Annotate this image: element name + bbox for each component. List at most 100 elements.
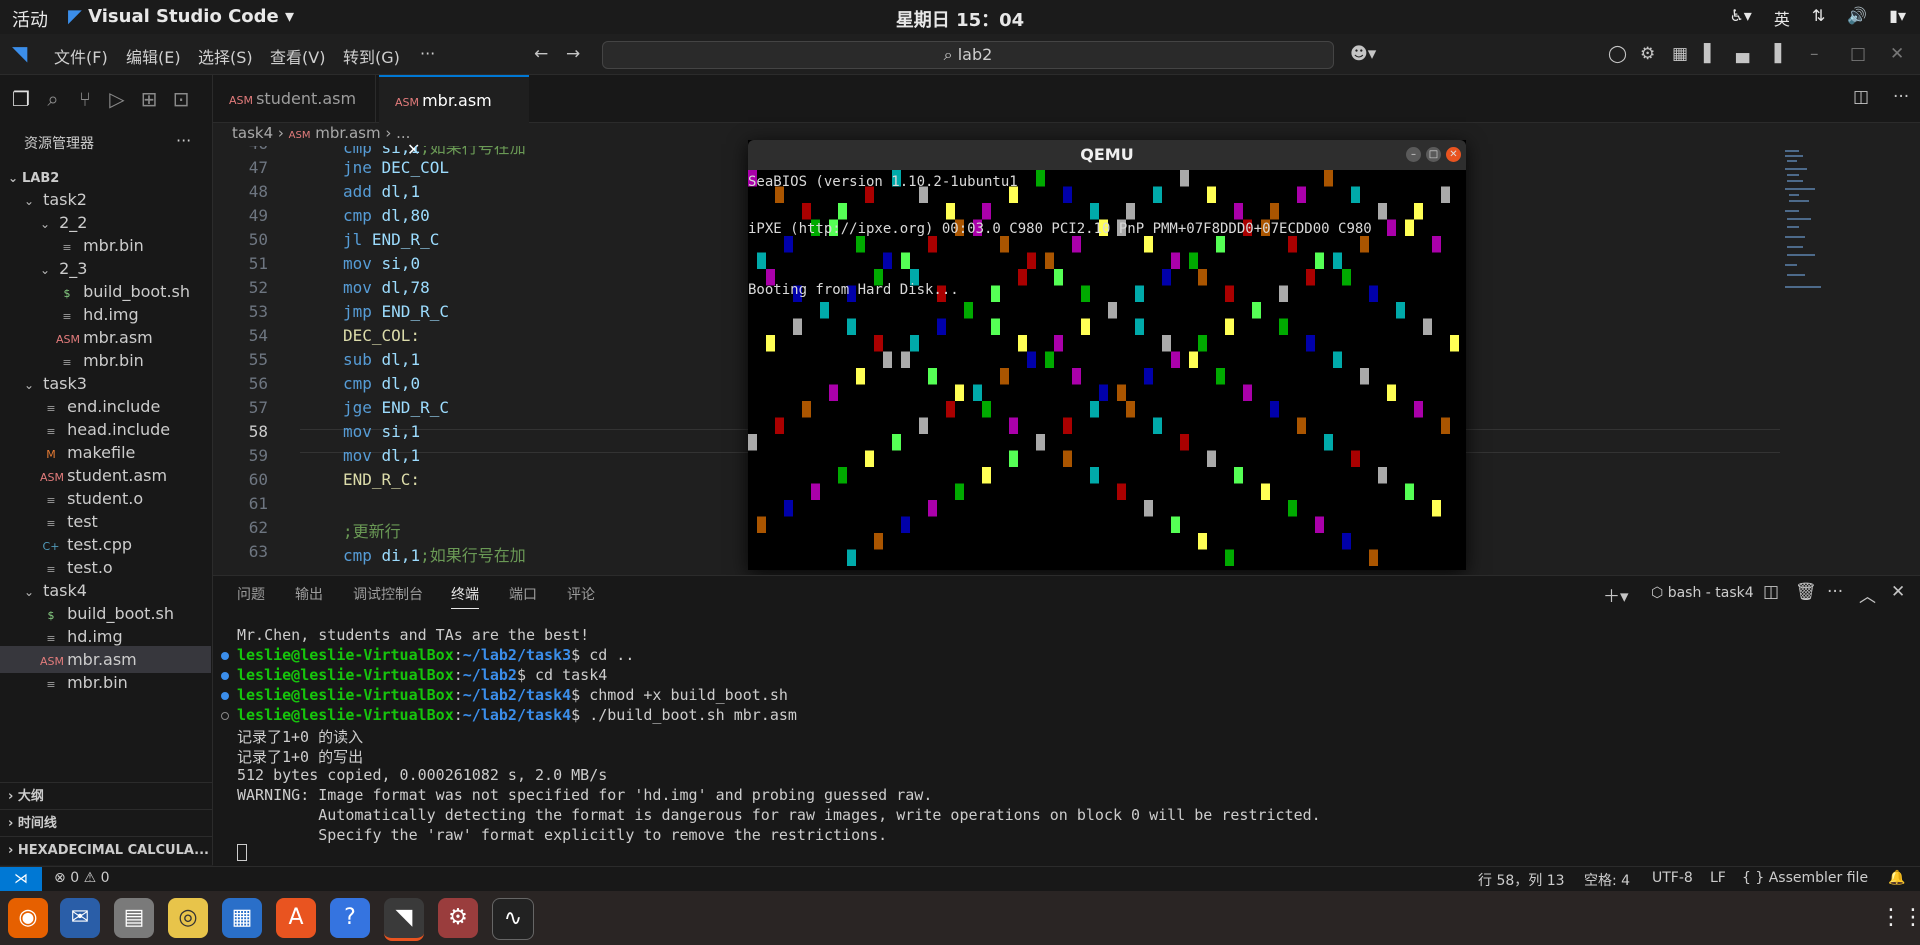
more-actions-icon[interactable]: ··· bbox=[176, 131, 191, 150]
panel-tab-debug-console[interactable]: 调试控制台 bbox=[353, 584, 423, 604]
panel-tab-problems[interactable]: 问题 bbox=[237, 584, 265, 604]
account-icon[interactable]: ◯ bbox=[1608, 44, 1627, 64]
system-monitor-icon[interactable]: ∿ bbox=[492, 898, 534, 940]
qemu-minimize-button[interactable]: – bbox=[1406, 147, 1421, 162]
terminal-line: Specify the 'raw' format explicitly to r… bbox=[237, 826, 888, 844]
vscode-dock-icon[interactable]: ◥ bbox=[384, 898, 424, 941]
toggle-panel-icon[interactable]: ▄ bbox=[1736, 44, 1749, 64]
network-icon[interactable]: ⇅ bbox=[1812, 6, 1825, 30]
tree-item-label: build_boot.sh bbox=[67, 604, 175, 623]
command-decoration-icon[interactable] bbox=[221, 712, 229, 720]
section-timeline[interactable]: › 时间线 bbox=[0, 809, 219, 837]
files-icon[interactable]: ▤ bbox=[114, 898, 154, 938]
menu-more[interactable]: ··· bbox=[420, 44, 435, 63]
pattern-cell bbox=[1054, 335, 1063, 352]
maximize-panel-icon[interactable]: ︿ bbox=[1859, 582, 1876, 607]
command-decoration-icon[interactable] bbox=[221, 672, 229, 680]
system-tray[interactable]: ♿▾ 英 ⇅ 🔊 ▮▾ bbox=[1729, 6, 1906, 30]
panel-tab-ports[interactable]: 端口 bbox=[509, 584, 537, 604]
battery-icon[interactable]: ▮▾ bbox=[1889, 6, 1906, 30]
show-apps-icon[interactable]: ⋮⋮ bbox=[1880, 905, 1920, 930]
indentation[interactable]: 空格: 4 bbox=[1584, 870, 1630, 890]
minimap[interactable] bbox=[1785, 150, 1845, 320]
kill-terminal-icon[interactable]: 🗑 bbox=[1795, 582, 1817, 602]
settings-icon[interactable]: ⚙ bbox=[438, 898, 478, 938]
qemu-display[interactable]: SeaBIOS (version 1.10.2-1ubuntu1 iPXE (h… bbox=[748, 170, 1466, 570]
cursor-position[interactable]: 行 58，列 13 bbox=[1478, 870, 1565, 890]
qemu-close-button[interactable]: ✕ bbox=[1446, 147, 1461, 162]
line-number: 59 bbox=[248, 446, 268, 465]
back-arrow-icon[interactable]: ← bbox=[534, 44, 548, 64]
pattern-cell bbox=[973, 384, 982, 401]
qemu-title-bar[interactable]: QEMU bbox=[748, 140, 1466, 170]
code-line: mov dl,78 bbox=[343, 278, 430, 297]
copilot-icon[interactable]: ☻▾ bbox=[1350, 44, 1376, 64]
toggle-sidebar-icon[interactable]: ▌ bbox=[1704, 44, 1717, 64]
accessibility-icon[interactable]: ♿▾ bbox=[1729, 6, 1751, 30]
new-terminal-icon[interactable]: ＋▾ bbox=[1603, 582, 1629, 607]
search-view-icon[interactable]: ⌕ bbox=[40, 87, 66, 113]
remote-explorer-icon[interactable]: ⊡ bbox=[168, 87, 194, 113]
system-top-bar: 活动 ◤ Visual Studio Code ▾ 星期日 15：04 ♿▾ 英… bbox=[0, 0, 1920, 34]
panel-tab-output[interactable]: 输出 bbox=[295, 584, 323, 604]
encoding[interactable]: UTF-8 bbox=[1652, 870, 1693, 886]
forward-arrow-icon[interactable]: → bbox=[566, 44, 580, 64]
editor-more-icon[interactable]: ··· bbox=[1893, 87, 1909, 107]
tab-student-asm[interactable]: ASM student.asm bbox=[213, 75, 376, 122]
end-of-line[interactable]: LF bbox=[1710, 870, 1726, 886]
close-window-icon[interactable]: ✕ bbox=[1890, 44, 1904, 64]
terminal[interactable]: Mr.Chen, students and TAs are the best! l… bbox=[213, 626, 1893, 866]
source-control-icon[interactable]: ⑂ bbox=[72, 87, 98, 113]
menu-view[interactable]: 查看(V) bbox=[270, 44, 325, 68]
help-icon[interactable]: ? bbox=[330, 898, 370, 938]
breadcrumb-folder[interactable]: task4 bbox=[232, 124, 273, 142]
minimize-icon[interactable]: – bbox=[1810, 44, 1819, 64]
volume-icon[interactable]: 🔊 bbox=[1847, 6, 1867, 30]
tab-mbr-asm[interactable]: ASM mbr.asm ✕ bbox=[379, 75, 529, 159]
tree-root[interactable]: ⌄ LAB2 bbox=[0, 165, 219, 192]
toggle-secondary-sidebar-icon[interactable]: ▐ bbox=[1768, 44, 1781, 64]
menu-file[interactable]: 文件(F) bbox=[54, 44, 108, 68]
pattern-cell bbox=[1360, 236, 1369, 253]
gear-icon[interactable]: ⚙ bbox=[1640, 44, 1655, 64]
language-mode[interactable]: { } Assembler file bbox=[1742, 870, 1868, 886]
split-terminal-icon[interactable]: ◫ bbox=[1763, 582, 1779, 602]
panel-tab-terminal[interactable]: 终端 bbox=[451, 584, 479, 609]
menu-go[interactable]: 转到(G) bbox=[343, 44, 400, 68]
clock[interactable]: 星期日 15：04 bbox=[0, 6, 1920, 32]
explorer-icon[interactable]: ❐ bbox=[8, 87, 34, 113]
pattern-cell bbox=[991, 318, 1000, 335]
maximize-icon[interactable]: □ bbox=[1850, 44, 1866, 64]
thunderbird-icon[interactable]: ✉ bbox=[60, 898, 100, 938]
layout-icon[interactable]: ▦ bbox=[1672, 44, 1688, 64]
menu-selection[interactable]: 选择(S) bbox=[198, 44, 253, 68]
command-decoration-icon[interactable] bbox=[221, 692, 229, 700]
notifications-bell-icon[interactable]: 🔔 bbox=[1888, 870, 1905, 886]
command-decoration-icon[interactable] bbox=[221, 652, 229, 660]
input-method[interactable]: 英 bbox=[1774, 6, 1790, 30]
software-center-icon[interactable]: A bbox=[276, 898, 316, 938]
menu-edit[interactable]: 编辑(E) bbox=[126, 44, 181, 68]
run-debug-icon[interactable]: ▷ bbox=[104, 87, 130, 113]
breadcrumb-symbol[interactable]: ... bbox=[396, 124, 410, 142]
writer-icon[interactable]: ▦ bbox=[222, 898, 262, 938]
section-hex-calc[interactable]: › HEXADECIMAL CALCULA... bbox=[0, 836, 219, 864]
command-center-search[interactable]: ⌕ lab2 bbox=[602, 41, 1334, 69]
pattern-cell bbox=[928, 368, 937, 385]
qemu-window[interactable]: QEMU – □ ✕ SeaBIOS (version 1.10.2-1ubun… bbox=[748, 140, 1466, 570]
problems-indicator[interactable]: ⊗ 0 ⚠ 0 bbox=[54, 870, 110, 886]
section-outline[interactable]: › 大纲 bbox=[0, 782, 219, 810]
extensions-icon[interactable]: ⊞ bbox=[136, 87, 162, 113]
panel-more-icon[interactable]: ··· bbox=[1827, 582, 1843, 602]
breadcrumb-file[interactable]: mbr.asm bbox=[315, 124, 380, 142]
firefox-icon[interactable]: ◉ bbox=[8, 898, 48, 938]
pattern-cell bbox=[1333, 252, 1342, 269]
rhythmbox-icon[interactable]: ◎ bbox=[168, 898, 208, 938]
close-panel-icon[interactable]: ✕ bbox=[1891, 582, 1905, 602]
qemu-maximize-button[interactable]: □ bbox=[1426, 147, 1441, 162]
remote-indicator-icon[interactable]: ⋊ bbox=[0, 867, 42, 891]
split-editor-icon[interactable]: ◫ bbox=[1853, 87, 1869, 107]
panel-tab-comments[interactable]: 评论 bbox=[567, 584, 595, 604]
terminal-selector[interactable]: ⬡ bash - task4 bbox=[1651, 585, 1754, 601]
tree-file[interactable]: ≡ mbr.bin bbox=[0, 669, 211, 696]
